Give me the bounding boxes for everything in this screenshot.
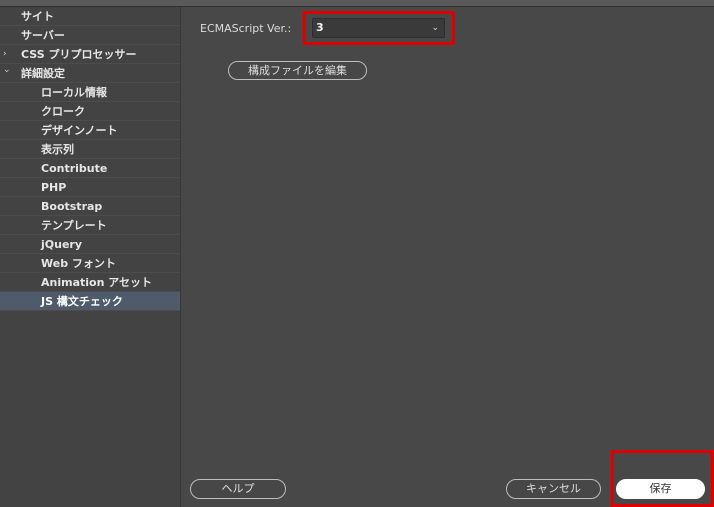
sidebar-item-design-notes[interactable]: デザインノート <box>0 121 180 140</box>
highlight-box-save <box>611 450 714 507</box>
sidebar-item-web-fonts[interactable]: Web フォント <box>0 254 180 273</box>
sidebar-item-local-info[interactable]: ローカル情報 <box>0 83 180 102</box>
sidebar-item-bootstrap[interactable]: Bootstrap <box>0 197 180 216</box>
sidebar-item-label: Bootstrap <box>41 200 103 213</box>
sidebar-item-label: サイト <box>21 10 54 23</box>
sidebar-item-animation-assets[interactable]: Animation アセット <box>0 273 180 292</box>
help-button[interactable]: ヘルプ <box>190 479 286 499</box>
window-top-strip <box>0 0 714 7</box>
sidebar-item-label: クローク <box>41 105 85 118</box>
sidebar-item-label: ローカル情報 <box>41 86 107 99</box>
sidebar-item-templates[interactable]: テンプレート <box>0 216 180 235</box>
settings-panel: ECMAScript Ver.: 3 ⌄ 構成ファイルを編集 ヘルプ キャンセル… <box>181 7 714 507</box>
sidebar-item-label: Web フォント <box>41 257 116 270</box>
sidebar-item-site[interactable]: サイト <box>0 7 180 26</box>
ecmascript-version-label: ECMAScript Ver.: <box>200 22 292 35</box>
sidebar-item-label: テンプレート <box>41 219 107 232</box>
highlight-box-ecmascript <box>303 11 455 45</box>
sidebar-item-advanced-settings[interactable]: ⌄ 詳細設定 <box>0 64 180 83</box>
sidebar-item-server[interactable]: サーバー <box>0 26 180 45</box>
sidebar-item-label: デザインノート <box>41 124 118 137</box>
chevron-down-icon[interactable]: ⌄ <box>3 61 11 80</box>
sidebar: サイト サーバー › CSS プリプロセッサー ⌄ 詳細設定 ローカル情報 クローク… <box>0 7 181 507</box>
sidebar-item-label: JS 構文チェック <box>41 295 123 308</box>
sidebar-item-css-preprocessor[interactable]: › CSS プリプロセッサー <box>0 45 180 64</box>
sidebar-item-label: CSS プリプロセッサー <box>21 48 137 61</box>
sidebar-item-label: サーバー <box>21 29 65 42</box>
sidebar-item-label: Animation アセット <box>41 276 153 289</box>
sidebar-item-label: Contribute <box>41 162 108 175</box>
sidebar-item-contribute[interactable]: Contribute <box>0 159 180 178</box>
sidebar-item-label: 表示列 <box>41 143 74 156</box>
sidebar-item-label: jQuery <box>41 238 83 251</box>
sidebar-item-cloaking[interactable]: クローク <box>0 102 180 121</box>
sidebar-item-jquery[interactable]: jQuery <box>0 235 180 254</box>
sidebar-item-php[interactable]: PHP <box>0 178 180 197</box>
sidebar-item-js-linting[interactable]: JS 構文チェック <box>0 292 180 311</box>
cancel-button[interactable]: キャンセル <box>506 479 601 499</box>
edit-config-file-button[interactable]: 構成ファイルを編集 <box>228 61 367 80</box>
sidebar-item-file-view-columns[interactable]: 表示列 <box>0 140 180 159</box>
sidebar-item-label: PHP <box>41 181 67 194</box>
sidebar-item-label: 詳細設定 <box>21 67 65 80</box>
